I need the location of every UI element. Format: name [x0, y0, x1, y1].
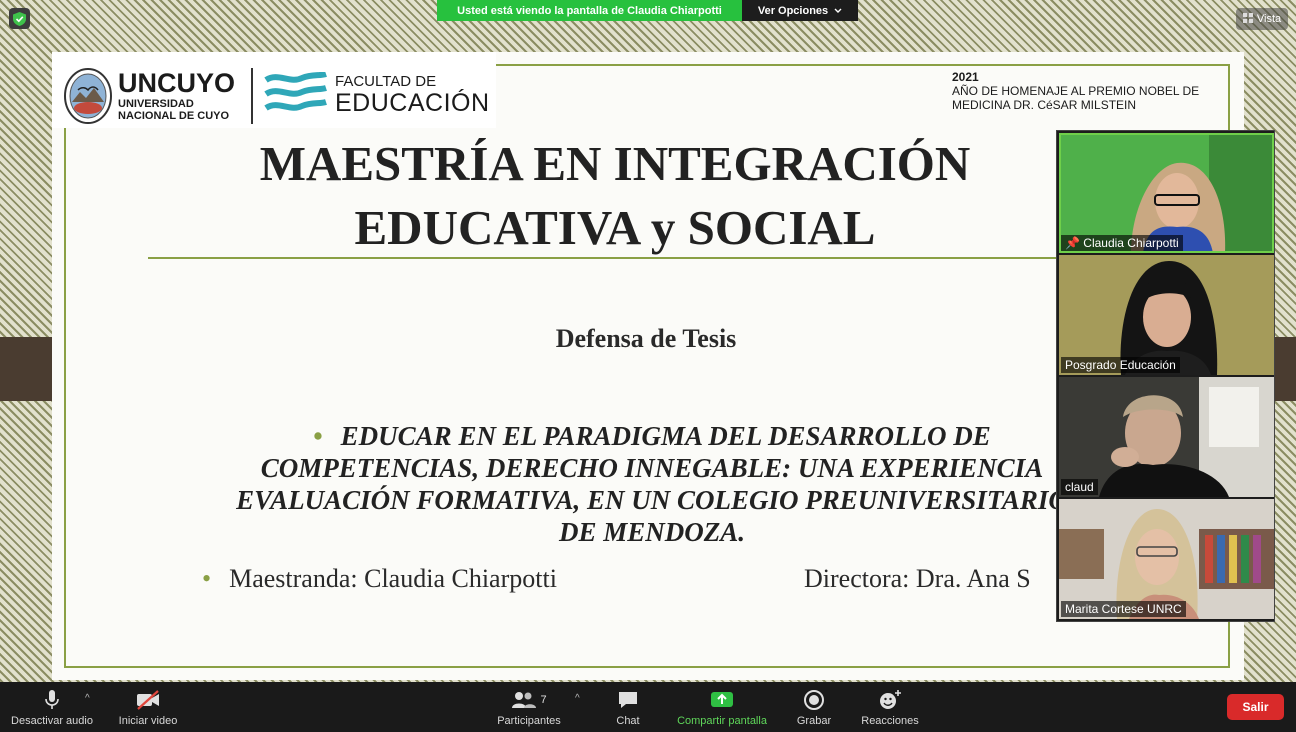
video-gallery: 📌 Claudia Chiarpotti Posgrado Educación …	[1056, 130, 1275, 622]
view-options-button[interactable]: Ver Opciones	[742, 0, 858, 21]
student-name: Maestranda: Claudia Chiarpotti	[229, 564, 557, 593]
participants-count: 7	[540, 694, 547, 706]
reactions-button[interactable]: Reacciones	[856, 682, 924, 732]
participants-options-chevron-icon[interactable]: ^	[575, 693, 580, 704]
video-camera-off-icon	[135, 687, 161, 713]
thesis-line3: EVALUACIÓN FORMATIVA, EN UN COLEGIO PREU…	[236, 485, 1068, 515]
faculty-logo-line2: EDUCACIÓN	[335, 89, 490, 117]
thesis-title: • EDUCAR EN EL PARADIGMA DEL DESARROLLO D…	[172, 420, 1132, 548]
homage-note: 2021 AÑO DE HOMENAJE AL PREMIO NOBEL DE …	[952, 70, 1222, 112]
uncuyo-subtitle-line2: NACIONAL DE CUYO	[118, 110, 230, 122]
thesis-line4: DE MENDOZA.	[558, 517, 746, 547]
share-screen-icon	[710, 687, 734, 713]
record-button[interactable]: Grabar	[790, 682, 838, 732]
participant-name-label: claud	[1061, 479, 1098, 495]
screen-share-banner: Usted está viendo la pantalla de Claudia…	[437, 0, 858, 21]
view-button[interactable]: Vista	[1236, 8, 1288, 30]
share-screen-label: Compartir pantalla	[677, 715, 767, 727]
smiley-plus-icon	[878, 687, 902, 713]
video-tile[interactable]: 📌 Claudia Chiarpotti	[1059, 133, 1274, 253]
meeting-toolbar: Desactivar audio ^ Iniciar video 7 Parti…	[0, 682, 1296, 732]
record-icon	[803, 687, 825, 713]
uncuyo-logo-text: UNCUYO	[118, 68, 236, 98]
share-screen-button[interactable]: Compartir pantalla	[672, 682, 772, 732]
slide-title-line2: EDUCATIVA y SOCIAL	[354, 200, 876, 255]
grid-icon	[1242, 12, 1253, 26]
slide-title: MAESTRÍA EN INTEGRACIÓN EDUCATIVA y SOCI…	[148, 132, 1082, 260]
reactions-label: Reacciones	[861, 715, 919, 727]
slide-title-line1: MAESTRÍA EN INTEGRACIÓN	[259, 136, 971, 191]
record-label: Grabar	[796, 715, 832, 727]
homage-line1: AÑO DE HOMENAJE AL PREMIO NOBEL DE	[952, 84, 1200, 98]
microphone-icon	[44, 687, 60, 713]
participant-name-label: Marita Cortese UNRC	[1061, 601, 1186, 617]
uncuyo-subtitle-line1: UNIVERSIDAD	[118, 98, 194, 110]
security-shield-icon[interactable]	[9, 8, 30, 29]
audio-options-chevron-icon[interactable]: ^	[85, 693, 90, 704]
chat-label: Chat	[616, 715, 640, 727]
faculty-waves-icon	[264, 71, 328, 118]
chat-bubble-icon	[617, 687, 639, 713]
participants-button[interactable]: 7 Participantes	[492, 682, 566, 732]
university-seal-icon	[64, 68, 112, 124]
start-video-label: Iniciar video	[118, 715, 178, 727]
faculty-logo-line1: FACULTAD DE	[335, 73, 437, 90]
start-video-button[interactable]: Iniciar video	[112, 682, 184, 732]
homage-line2: MEDICINA DR. CéSAR MILSTEIN	[952, 98, 1137, 112]
background-side-tab-right	[1274, 337, 1296, 401]
participant-name-label: 📌 Claudia Chiarpotti	[1061, 235, 1183, 251]
video-tile[interactable]: Marita Cortese UNRC	[1059, 499, 1274, 619]
participant-name-label: Posgrado Educación	[1061, 357, 1180, 373]
chevron-down-icon	[834, 5, 842, 17]
thesis-line1: EDUCAR EN EL PARADIGMA DEL DESARROLLO DE	[340, 421, 991, 451]
mute-audio-button[interactable]: Desactivar audio	[8, 682, 96, 732]
bullet-icon: •	[202, 564, 212, 593]
video-tile[interactable]: Posgrado Educación	[1059, 255, 1274, 375]
mute-audio-label: Desactivar audio	[11, 715, 93, 727]
view-options-label: Ver Opciones	[757, 4, 829, 17]
logo-separator	[251, 68, 253, 124]
title-rule	[148, 257, 1148, 259]
bullet-icon: •	[313, 421, 323, 451]
share-banner-message: Usted está viendo la pantalla de Claudia…	[437, 0, 742, 21]
participants-label: Participantes	[497, 715, 561, 727]
video-tile[interactable]: claud	[1059, 377, 1274, 497]
director-name: Directora: Dra. Ana S	[804, 564, 1031, 593]
participant-name: Claudia Chiarpotti	[1083, 236, 1179, 250]
participants-icon: 7	[511, 687, 547, 713]
uncuyo-logo-subtitle: UNIVERSIDAD NACIONAL DE CUYO	[118, 98, 229, 122]
thesis-line2: COMPETENCIAS, DERECHO INNEGABLE: UNA EXP…	[260, 453, 1044, 483]
homage-year: 2021	[952, 70, 979, 84]
view-label: Vista	[1256, 13, 1282, 25]
leave-meeting-button[interactable]: Salir	[1227, 694, 1284, 720]
chat-button[interactable]: Chat	[604, 682, 652, 732]
logo-area: UNCUYO UNIVERSIDAD NACIONAL DE CUYO FACU…	[52, 52, 496, 128]
